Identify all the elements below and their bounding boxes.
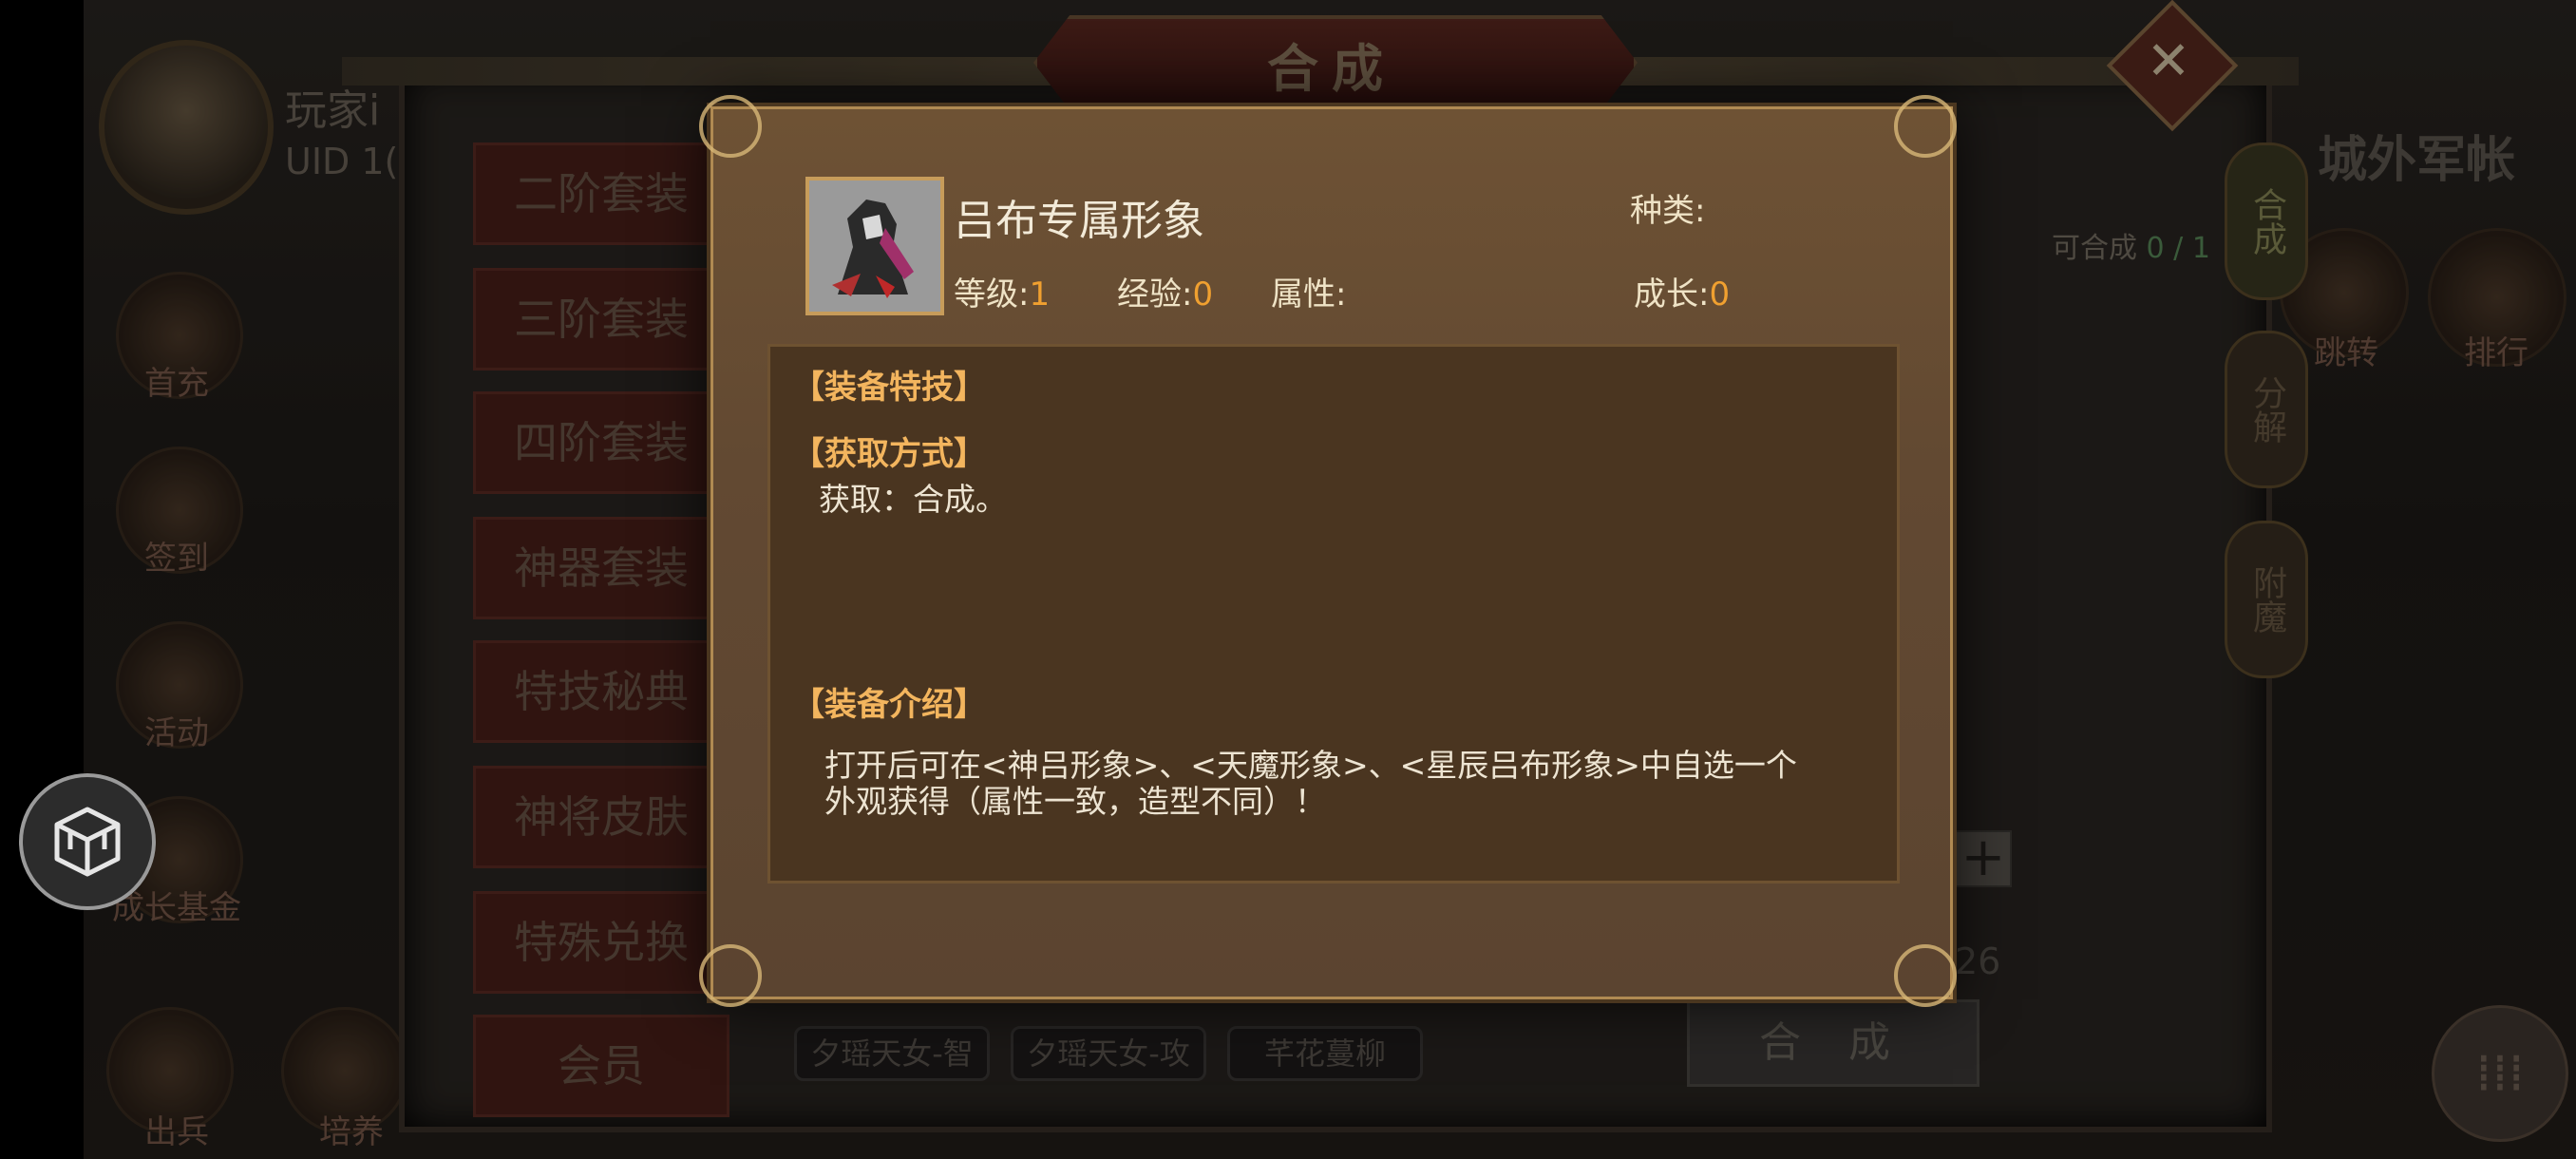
intro-text-line2: 外观获得（属性一致，造型不同）！ — [824, 783, 1326, 820]
exp-field: 经验:0 — [1117, 268, 1213, 314]
menu-icon[interactable]: ⁞⁞⁞ — [2432, 1005, 2568, 1142]
type-label: 种类: — [1630, 192, 1706, 230]
obtain-section-heading: 【获取方式】 — [792, 435, 986, 473]
level-label: 等级: — [954, 276, 1030, 314]
corner-ornament-bl — [699, 944, 762, 1007]
growth-label: 成长: — [1634, 276, 1710, 314]
skill-section-heading: 【装备特技】 — [792, 369, 986, 407]
lubu-armor-icon — [809, 180, 940, 312]
growth-field: 成长:0 — [1634, 268, 1730, 314]
attr-label: 属性: — [1271, 276, 1347, 314]
exp-value: 0 — [1192, 276, 1214, 314]
attr-field: 属性: — [1271, 268, 1346, 314]
corner-ornament-tl — [699, 95, 762, 158]
intro-text-line1: 打开后可在<神吕形象>、<天魔形象>、<星辰吕布形象>中自选一个 — [824, 747, 1797, 784]
type-field: 种类: — [1630, 184, 1705, 231]
item-name: 吕布专属形象 — [954, 197, 1204, 245]
growth-value: 0 — [1709, 276, 1731, 314]
level-field: 等级:1 — [954, 268, 1050, 314]
cube-float-button[interactable] — [19, 773, 156, 910]
intro-section-heading: 【装备介绍】 — [792, 686, 986, 724]
obtain-text: 获取：合成。 — [819, 481, 1007, 518]
exp-label: 经验: — [1117, 276, 1193, 314]
item-icon — [805, 177, 944, 315]
corner-ornament-tr — [1894, 95, 1957, 158]
left-black-strip — [0, 0, 84, 1159]
corner-ornament-br — [1894, 944, 1957, 1007]
cube-icon — [54, 807, 121, 877]
level-value: 1 — [1029, 276, 1051, 314]
